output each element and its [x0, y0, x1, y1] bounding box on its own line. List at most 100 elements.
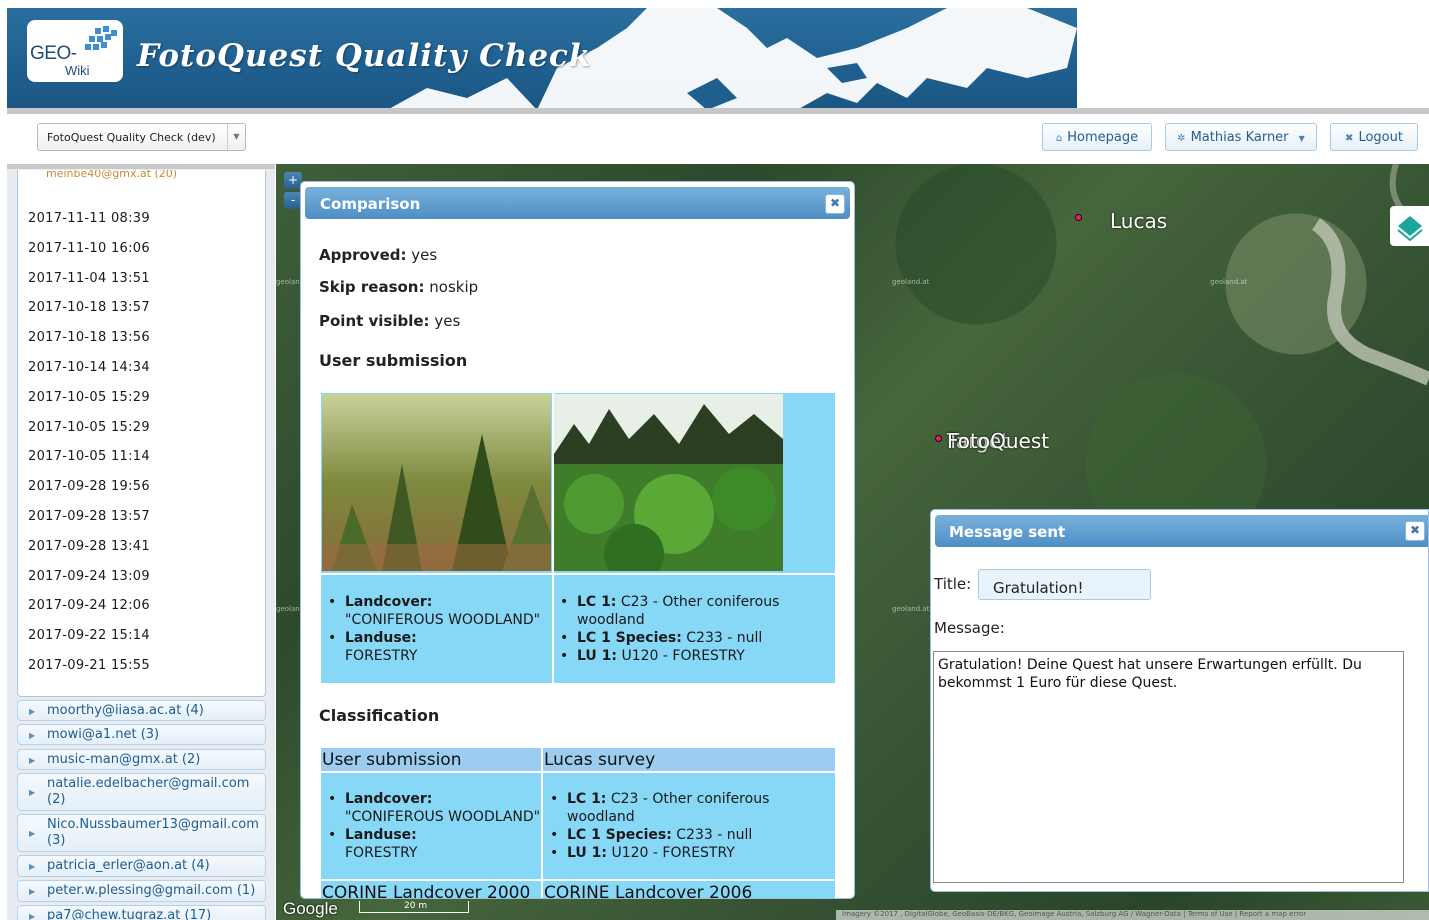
submission-date-item[interactable]: 2017-10-05 15:29: [28, 420, 150, 435]
user-menu-label: Mathias Karner: [1190, 130, 1289, 145]
submission-date-item[interactable]: 2017-10-18 13:57: [28, 300, 150, 315]
tile-watermark: geoland.at: [892, 278, 930, 286]
fotoquest-label: FotoQuest: [947, 429, 1050, 453]
title-label: Title:: [934, 575, 972, 593]
point-visible-row: Point visible: yes: [319, 312, 460, 330]
comparison-title[interactable]: Comparison: [305, 187, 850, 219]
message-close-button[interactable]: ✖: [1405, 521, 1425, 541]
message-textarea[interactable]: Gratulation! Deine Quest hat unsere Erwa…: [933, 651, 1404, 883]
submission-photo-2[interactable]: [554, 394, 783, 571]
lu1-label: LU 1:: [577, 648, 618, 664]
submission-photo-1[interactable]: [322, 394, 551, 571]
submission-date-item[interactable]: 2017-10-05 15:29: [28, 390, 150, 405]
submission-date-item[interactable]: 2017-10-18 13:56: [28, 330, 150, 345]
app-title: FotoQuest Quality Check: [137, 38, 592, 74]
lc1-species-value: C233 - null: [686, 630, 763, 646]
google-logo: Google: [283, 899, 338, 918]
submission-date-item[interactable]: 2017-11-10 16:06: [28, 241, 150, 256]
message-dialog-title[interactable]: Message sent: [935, 515, 1428, 547]
layer-switcher-button[interactable]: [1390, 206, 1429, 246]
homepage-button[interactable]: ⌂ Homepage: [1042, 123, 1152, 151]
landcover-value: "CONIFEROUS WOODLAND": [345, 612, 541, 628]
lc1-species-value: C233 - null: [676, 827, 753, 843]
sidebar-top-bar: [7, 164, 275, 169]
forest-photo: [554, 394, 783, 571]
tile-watermark: geoland.at: [1210, 278, 1248, 286]
logo-geo-text: GEO-: [30, 43, 77, 64]
landuse-label: Landuse:: [345, 630, 417, 646]
user-list-item[interactable]: ▶ Nico.Nussbaumer13@gmail.com (3): [17, 814, 266, 852]
expand-triangle-icon[interactable]: ▶: [29, 829, 35, 838]
submission-date-item[interactable]: 2017-11-04 13:51: [28, 271, 150, 286]
header-banner: GEO- Wiki FotoQuest Quality Check: [7, 8, 1429, 110]
clipped-user-header[interactable]: meinbe40@gmx.at (20): [46, 170, 177, 180]
submission-date-item[interactable]: 2017-09-28 13:57: [28, 509, 150, 524]
user-list-item[interactable]: ▶ pa7@chew.tugraz.at (17): [17, 905, 266, 920]
fotoquest-marker[interactable]: [935, 435, 942, 442]
lc1-species-label: LC 1 Species:: [567, 827, 672, 843]
submission-date-item[interactable]: 2017-09-28 13:41: [28, 539, 150, 554]
landcover-label: Landcover:: [345, 594, 433, 610]
home-icon: ⌂: [1055, 133, 1063, 144]
user-list-item[interactable]: ▶ moorthy@iiasa.ac.at (4): [17, 700, 266, 721]
user-list-item[interactable]: ▶ patricia_erler@aon.at (4): [17, 855, 266, 877]
project-select[interactable]: FotoQuest Quality Check (dev) ▼: [37, 123, 246, 151]
expand-triangle-icon[interactable]: ▶: [29, 912, 35, 920]
comparison-close-button[interactable]: ✖: [825, 194, 845, 214]
submission-date-item[interactable]: 2017-09-22 15:14: [28, 628, 150, 643]
landcover-label: Landcover:: [345, 791, 433, 807]
user-email-label: moorthy@iiasa.ac.at (4): [47, 703, 204, 718]
expand-triangle-icon[interactable]: ▶: [29, 756, 35, 765]
submission-date-item[interactable]: 2017-11-11 08:39: [28, 211, 150, 226]
expand-triangle-icon[interactable]: ▶: [29, 887, 35, 896]
user-list-item[interactable]: ▶ peter.w.plessing@gmail.com (1): [17, 880, 266, 902]
visible-label: Point visible:: [319, 312, 430, 330]
expand-triangle-icon[interactable]: ▶: [29, 788, 35, 797]
forest-photo: [322, 394, 551, 571]
lucas-label: Lucas: [1110, 209, 1168, 233]
landuse-value: FORESTRY: [345, 648, 418, 664]
app-window: GEO- Wiki FotoQuest Quality Check FotoQu…: [0, 0, 1429, 920]
lu1-label: LU 1:: [567, 845, 608, 861]
user-email-label: patricia_erler@aon.at (4): [47, 858, 210, 873]
geo-wiki-logo[interactable]: GEO- Wiki: [27, 20, 123, 82]
approved-value: yes: [411, 246, 438, 264]
expand-triangle-icon[interactable]: ▶: [29, 731, 35, 740]
caret-down-icon: ▼: [1298, 134, 1305, 143]
chevron-down-icon[interactable]: ▼: [227, 124, 245, 150]
user-email-label: natalie.edelbacher@gmail.com (2): [47, 776, 250, 807]
logout-label: Logout: [1358, 130, 1403, 145]
skip-label: Skip reason:: [319, 278, 425, 296]
submission-date-item[interactable]: 2017-10-05 11:14: [28, 449, 150, 464]
submission-date-item[interactable]: 2017-09-24 12:06: [28, 598, 150, 613]
title-input[interactable]: [978, 569, 1151, 600]
user-list-item[interactable]: ▶ natalie.edelbacher@gmail.com (2): [17, 773, 266, 811]
lu1-value: U120 - FORESTRY: [611, 845, 735, 861]
table-divider: [321, 771, 835, 773]
lucas-marker[interactable]: [1075, 214, 1082, 221]
approved-row: Approved: yes: [319, 246, 437, 264]
expand-triangle-icon[interactable]: ▶: [29, 707, 35, 716]
classification-heading: Classification: [319, 706, 440, 725]
logo-wiki-text: Wiki: [65, 63, 90, 78]
submission-date-item[interactable]: 2017-10-14 14:34: [28, 360, 150, 375]
logout-button[interactable]: ✖ Logout: [1330, 123, 1418, 151]
globe-grid-icon: [85, 26, 117, 50]
class-col-user-submission: User submission: [322, 750, 462, 770]
expand-triangle-icon[interactable]: ▶: [29, 862, 35, 871]
user-menu-button[interactable]: ✲ Mathias Karner ▼: [1165, 123, 1317, 151]
submission-date-item[interactable]: 2017-09-21 15:55: [28, 658, 150, 673]
user-list-item[interactable]: ▶ music-man@gmx.at (2): [17, 749, 266, 770]
submission-date-list[interactable]: meinbe40@gmx.at (20) 2017-11-11 08:39 201…: [17, 170, 266, 697]
lu1-value: U120 - FORESTRY: [621, 648, 745, 664]
user-list-item[interactable]: ▶ mowi@a1.net (3): [17, 724, 266, 745]
user-submission-heading: User submission: [319, 351, 468, 370]
user-email-label: peter.w.plessing@gmail.com (1): [47, 883, 256, 898]
landuse-value: FORESTRY: [345, 845, 418, 861]
submission-date-item[interactable]: 2017-09-24 13:09: [28, 569, 150, 584]
user-email-label: mowi@a1.net (3): [47, 727, 160, 742]
message-label: Message:: [934, 619, 1005, 637]
lc1-species-label: LC 1 Species:: [577, 630, 682, 646]
user-email-label: Nico.Nussbaumer13@gmail.com (3): [47, 817, 259, 848]
submission-date-item[interactable]: 2017-09-28 19:56: [28, 479, 150, 494]
